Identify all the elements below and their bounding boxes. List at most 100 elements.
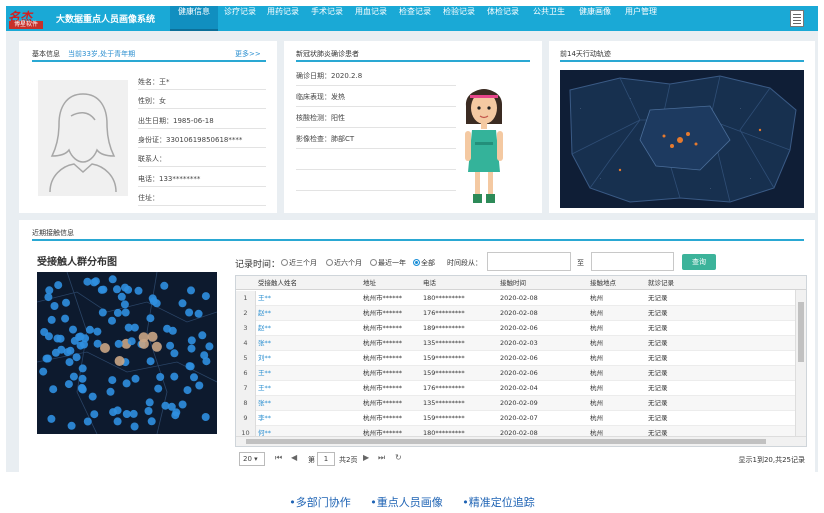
cluster-marker[interactable]	[45, 286, 54, 295]
cluster-marker[interactable]	[114, 339, 123, 348]
cluster-marker-dense[interactable]	[100, 343, 110, 353]
cluster-marker[interactable]	[90, 410, 99, 419]
cluster-marker[interactable]	[47, 315, 56, 324]
table-row[interactable]: 9 李** 杭州市****** 159********* 2020-02-07 杭州 无记录	[236, 411, 795, 426]
range-option-3m[interactable]: 近三个月	[281, 258, 317, 268]
table-row[interactable]: 6 王** 杭州市****** 159********* 2020-02-06 杭州 无记录	[236, 366, 795, 381]
horizontal-scrollbar[interactable]	[236, 436, 806, 446]
cluster-marker[interactable]	[98, 308, 107, 317]
cluster-marker[interactable]	[152, 299, 161, 308]
cluster-marker[interactable]	[57, 345, 66, 354]
cluster-marker[interactable]	[62, 298, 70, 307]
table-row[interactable]: 2 赵** 杭州市****** 176********* 2020-02-08 杭州 无记录	[236, 306, 795, 321]
cluster-marker[interactable]	[178, 400, 187, 409]
cluster-marker[interactable]	[185, 362, 194, 371]
cluster-marker[interactable]	[39, 367, 48, 376]
cluster-marker[interactable]	[161, 401, 170, 410]
scrollbar-thumb[interactable]	[246, 439, 766, 444]
next-page-icon[interactable]: ▶	[363, 453, 369, 462]
cluster-marker[interactable]	[122, 379, 131, 388]
to-date-input[interactable]	[591, 252, 674, 271]
vertical-scrollbar[interactable]	[795, 290, 806, 436]
nav-item-diagnosis-records[interactable]: 诊疗记录	[220, 6, 260, 31]
range-option-all[interactable]: 全部	[413, 258, 435, 268]
cluster-marker[interactable]	[76, 341, 85, 350]
cluster-marker[interactable]	[187, 336, 196, 345]
cell-contact-name[interactable]: 王**	[258, 366, 271, 381]
col-header-contact-place[interactable]: 接触地点	[590, 276, 616, 291]
cluster-marker-dense[interactable]	[138, 332, 149, 343]
cluster-marker[interactable]	[145, 398, 154, 407]
cell-contact-name[interactable]: 赵**	[258, 321, 271, 336]
nav-item-exam-records[interactable]: 检查记录	[394, 6, 436, 31]
prev-page-icon[interactable]: ◀	[291, 453, 297, 462]
col-header-contact-time[interactable]: 接触时间	[500, 276, 526, 291]
cluster-marker[interactable]	[121, 308, 130, 317]
cluster-marker[interactable]	[50, 302, 59, 310]
cluster-marker[interactable]	[78, 374, 87, 383]
cell-contact-name[interactable]: 王**	[258, 381, 271, 396]
nav-item-health-portrait[interactable]: 健康画像	[574, 6, 616, 31]
cluster-marker[interactable]	[47, 414, 56, 423]
cluster-marker[interactable]	[113, 417, 122, 426]
table-row[interactable]: 4 张** 杭州市****** 135********* 2020-02-03 杭州 无记录	[236, 336, 795, 351]
scrollbar-thumb[interactable]	[798, 302, 804, 362]
cluster-marker[interactable]	[187, 344, 196, 353]
cell-contact-name[interactable]: 赵**	[258, 306, 271, 321]
cluster-marker[interactable]	[205, 342, 214, 351]
cluster-marker[interactable]	[129, 409, 138, 418]
cluster-marker[interactable]	[61, 314, 70, 323]
cluster-marker[interactable]	[113, 285, 121, 294]
cell-contact-name[interactable]: 刘**	[258, 351, 271, 366]
cluster-marker[interactable]	[154, 384, 163, 393]
first-page-icon[interactable]: ⏮	[275, 453, 282, 463]
cluster-marker[interactable]	[130, 422, 139, 431]
table-row[interactable]: 8 张** 杭州市****** 135********* 2020-02-09 杭州 无记录	[236, 396, 795, 411]
cluster-marker-dense[interactable]	[151, 341, 162, 352]
cluster-marker[interactable]	[185, 308, 194, 317]
cluster-marker[interactable]	[108, 316, 116, 325]
cluster-marker[interactable]	[194, 309, 203, 318]
cluster-marker[interactable]	[77, 383, 86, 392]
cluster-marker[interactable]	[171, 411, 180, 420]
cluster-marker[interactable]	[146, 314, 155, 323]
nav-item-lab-records[interactable]: 检验记录	[438, 6, 480, 31]
col-header-phone[interactable]: 电话	[423, 276, 436, 291]
cluster-marker[interactable]	[113, 308, 122, 317]
cluster-marker[interactable]	[49, 385, 58, 394]
table-row[interactable]: 3 赵** 杭州市****** 189********* 2020-02-06 杭州 无记录	[236, 321, 795, 336]
page-size-select[interactable]: 20 ▾	[239, 452, 265, 466]
track-map[interactable]: · · · · · ·	[560, 70, 804, 208]
cluster-marker[interactable]	[76, 332, 85, 341]
cluster-marker[interactable]	[72, 353, 81, 362]
cluster-marker[interactable]	[56, 334, 65, 343]
nav-item-public-health[interactable]: 公共卫生	[528, 6, 570, 31]
more-link[interactable]: 更多>>	[235, 49, 261, 59]
cell-contact-name[interactable]: 张**	[258, 336, 271, 351]
cluster-marker[interactable]	[131, 374, 140, 383]
cluster-marker[interactable]	[156, 373, 165, 381]
range-option-1y[interactable]: 最近一年	[370, 258, 406, 268]
cluster-marker[interactable]	[64, 380, 73, 389]
table-row[interactable]: 5 刘** 杭州市****** 159********* 2020-02-06 杭州 无记录	[236, 351, 795, 366]
cluster-marker[interactable]	[91, 277, 100, 286]
refresh-icon[interactable]: ↻	[395, 453, 402, 462]
table-row[interactable]: 7 王** 杭州市****** 176********* 2020-02-04 杭州 无记录	[236, 381, 795, 396]
last-page-icon[interactable]: ⏭	[378, 453, 385, 463]
cell-contact-name[interactable]: 张**	[258, 396, 271, 411]
cell-contact-name[interactable]: 李**	[258, 411, 271, 426]
cluster-marker[interactable]	[83, 417, 92, 426]
cluster-marker[interactable]	[44, 293, 53, 302]
cluster-marker[interactable]	[121, 283, 129, 292]
cluster-marker[interactable]	[44, 332, 53, 341]
cluster-marker-dense[interactable]	[147, 331, 158, 342]
cluster-marker[interactable]	[170, 349, 179, 358]
cluster-marker[interactable]	[144, 407, 153, 415]
cluster-marker[interactable]	[198, 331, 207, 340]
cluster-marker[interactable]	[170, 372, 179, 381]
nav-item-checkup-records[interactable]: 体检记录	[482, 6, 524, 31]
cluster-marker[interactable]	[200, 351, 209, 360]
cluster-marker[interactable]	[93, 327, 102, 336]
cluster-marker[interactable]	[201, 413, 210, 421]
cluster-marker[interactable]	[99, 285, 108, 294]
